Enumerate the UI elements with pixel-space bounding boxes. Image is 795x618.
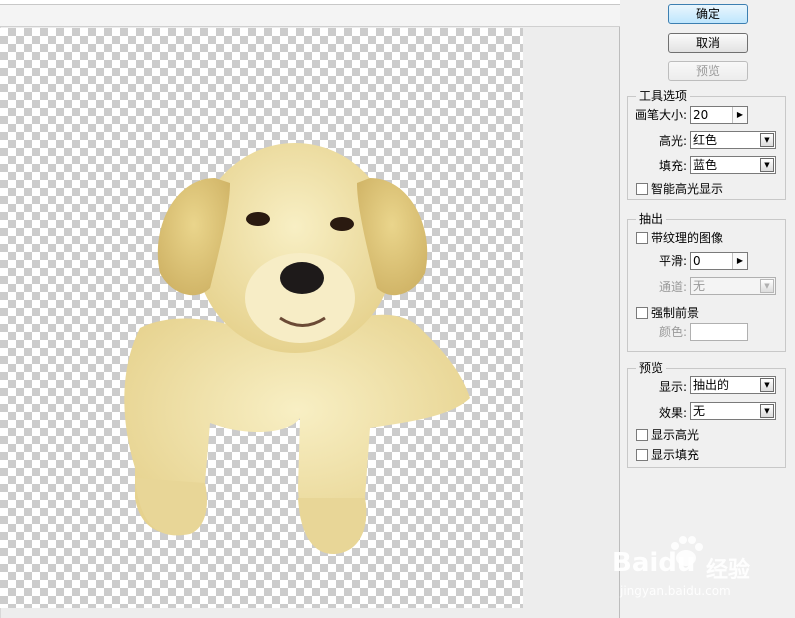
fill-label: 填充: xyxy=(659,159,688,173)
force-foreground-checkbox[interactable] xyxy=(636,307,648,319)
highlight-select[interactable]: 红色 ▼ xyxy=(690,131,776,149)
channel-select[interactable]: 无 ▼ xyxy=(690,277,776,295)
textured-image-label: 带纹理的图像 xyxy=(651,231,724,245)
cancel-button[interactable]: 取消 xyxy=(668,33,748,53)
smart-highlight-label: 智能高光显示 xyxy=(651,182,724,196)
preview-button[interactable]: 预览 xyxy=(668,61,748,81)
dog-left-eye xyxy=(246,212,270,226)
dog-right-eye xyxy=(330,217,354,231)
smooth-label: 平滑: xyxy=(659,254,688,268)
play-icon[interactable]: ▶ xyxy=(732,107,747,123)
fill-select[interactable]: 蓝色 ▼ xyxy=(690,156,776,174)
chevron-down-icon[interactable]: ▼ xyxy=(760,133,774,147)
chevron-down-icon[interactable]: ▼ xyxy=(760,158,774,172)
textured-image-checkbox[interactable] xyxy=(636,232,648,244)
preview-group-title: 预览 xyxy=(636,361,667,375)
canvas-toolbar xyxy=(0,5,620,27)
fill-value: 蓝色 xyxy=(693,158,718,172)
color-label: 颜色: xyxy=(659,325,688,339)
smart-highlight-checkbox[interactable] xyxy=(636,183,648,195)
watermark-brand: Baidu xyxy=(612,548,696,578)
chevron-down-icon[interactable]: ▼ xyxy=(760,279,774,293)
highlight-value: 红色 xyxy=(693,133,718,147)
ok-button[interactable]: 确定 xyxy=(668,4,748,24)
color-swatch[interactable] xyxy=(690,323,748,341)
smooth-input[interactable]: 0 ▶ xyxy=(690,252,748,270)
extracted-dog-image xyxy=(124,143,471,555)
watermark-brand-cn: 经验 xyxy=(706,558,751,583)
channel-value: 无 xyxy=(693,279,706,293)
show-fill-label: 显示填充 xyxy=(651,448,700,462)
play-icon[interactable]: ▶ xyxy=(732,253,747,269)
chevron-down-icon[interactable]: ▼ xyxy=(760,404,774,418)
smooth-value: 0 xyxy=(693,254,701,268)
highlight-label: 高光: xyxy=(659,134,688,148)
channel-label: 通道: xyxy=(659,280,688,294)
brush-size-input[interactable]: 20 ▶ xyxy=(690,106,748,124)
brush-size-label: 画笔大小: xyxy=(635,108,688,122)
chevron-down-icon[interactable]: ▼ xyxy=(760,378,774,392)
tool-options-title: 工具选项 xyxy=(636,89,691,103)
extract-title: 抽出 xyxy=(636,212,667,226)
watermark-url: jingyan.baidu.com xyxy=(620,584,731,598)
show-fill-checkbox[interactable] xyxy=(636,449,648,461)
show-value: 抽出的 xyxy=(693,378,730,392)
dog-nose xyxy=(280,262,324,294)
effect-label: 效果: xyxy=(659,406,688,420)
effect-value: 无 xyxy=(693,404,706,418)
effect-select[interactable]: 无 ▼ xyxy=(690,402,776,420)
paw-icon xyxy=(671,536,703,566)
show-highlight-label: 显示高光 xyxy=(651,428,700,442)
brush-size-value: 20 xyxy=(693,108,709,122)
baidu-watermark: Baidu 经验 jingyan.baidu.com xyxy=(612,534,792,614)
preview-canvas[interactable] xyxy=(0,28,523,608)
show-label: 显示: xyxy=(659,380,688,394)
show-highlight-checkbox[interactable] xyxy=(636,429,648,441)
force-foreground-label: 强制前景 xyxy=(651,306,700,320)
show-select[interactable]: 抽出的 ▼ xyxy=(690,376,776,394)
